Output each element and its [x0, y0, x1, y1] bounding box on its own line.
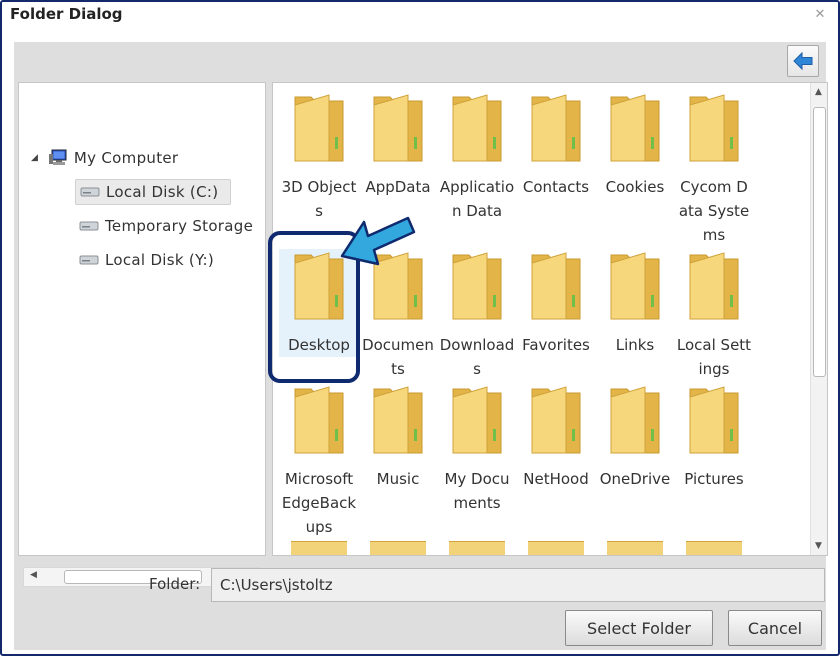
folder-name: My Documents — [444, 470, 510, 512]
folder-item[interactable]: NetHood — [516, 383, 596, 491]
folder-icon — [294, 386, 344, 454]
dialog-title: Folder Dialog — [10, 5, 123, 23]
folder-item[interactable]: Links — [595, 249, 675, 357]
folder-name: Desktop — [288, 336, 350, 354]
drive-icon — [79, 255, 99, 265]
back-button[interactable] — [787, 45, 819, 77]
folder-icon — [689, 386, 739, 454]
folder-item[interactable]: Downloads — [437, 249, 517, 381]
folder-item[interactable]: 3D Objects — [279, 91, 359, 223]
folder-icon — [449, 541, 505, 555]
folder-item[interactable]: OneDrive — [595, 383, 675, 491]
folder-item[interactable]: Pictures — [674, 383, 754, 491]
folder-icon — [370, 541, 426, 555]
folder-item[interactable]: AppData — [358, 91, 438, 199]
folder-name: OneDrive — [599, 470, 671, 488]
tree-item-temporary-storage[interactable]: Temporary Storage — [79, 213, 265, 239]
folder-grid: 3D Objects AppData Application Data Contact… — [279, 83, 811, 555]
folder-icon — [294, 94, 344, 162]
tree-item-label: Temporary Storage — [105, 217, 254, 235]
folder-name: Contacts — [522, 178, 590, 196]
folder-contents[interactable]: 3D Objects AppData Application Data Contact… — [272, 82, 828, 556]
cancel-button[interactable]: Cancel — [728, 610, 822, 646]
folder-name: Cycom Data Systems — [678, 178, 750, 244]
folder-dialog: Folder Dialog ✕ ◢ My Computer Local Disk… — [0, 0, 840, 656]
folder-name: Links — [615, 336, 655, 354]
folder-name: Music — [376, 470, 420, 488]
computer-icon — [48, 149, 67, 165]
scroll-left-icon[interactable]: ◀ — [30, 570, 37, 580]
folder-icon — [531, 94, 581, 162]
folder-icon — [531, 386, 581, 454]
folder-item[interactable]: Application Data — [437, 91, 517, 223]
tree-item-label: Local Disk (C:) — [106, 183, 219, 201]
folder-icon — [686, 541, 742, 555]
folder-icon — [610, 94, 660, 162]
folder-name: Documents — [362, 336, 434, 378]
folder-icon — [373, 386, 423, 454]
folder-name: NetHood — [523, 470, 589, 488]
expand-triangle-icon[interactable]: ◢ — [31, 153, 38, 163]
folder-icon — [607, 541, 663, 555]
folder-name: AppData — [365, 178, 431, 196]
folder-item[interactable]: Local Settings — [674, 249, 754, 381]
folder-name: Cookies — [605, 178, 665, 196]
drive-icon — [79, 221, 99, 231]
folder-item[interactable]: Music — [358, 383, 438, 491]
folder-icon — [452, 386, 502, 454]
scroll-up-icon[interactable]: ▲ — [815, 87, 822, 97]
scroll-thumb[interactable] — [813, 107, 826, 377]
select-folder-button[interactable]: Select Folder — [565, 610, 713, 646]
folder-icon — [689, 252, 739, 320]
folder-item[interactable]: My Documents — [437, 383, 517, 515]
tree-item-my-computer[interactable]: ◢ My Computer — [31, 145, 178, 171]
pointer-arrow-icon — [340, 216, 416, 266]
folder-icon — [452, 252, 502, 320]
folder-icon — [689, 94, 739, 162]
folder-icon — [373, 94, 423, 162]
folder-icon — [610, 386, 660, 454]
title-bar: Folder Dialog ✕ — [2, 2, 838, 30]
tree-item-label: Local Disk (Y:) — [105, 251, 215, 269]
folder-item[interactable]: Contacts — [516, 91, 596, 199]
folder-icon — [528, 541, 584, 555]
folder-name: Pictures — [684, 470, 744, 488]
folder-name: Application Data — [439, 178, 515, 220]
folder-vertical-scrollbar[interactable]: ▲ ▼ — [810, 83, 827, 555]
folder-item[interactable]: Favorites — [516, 249, 596, 357]
scroll-down-icon[interactable]: ▼ — [815, 541, 822, 551]
folder-name: Favorites — [522, 336, 590, 354]
tree-item-local-disk-y[interactable]: Local Disk (Y:) — [79, 247, 214, 273]
folder-path-input[interactable]: C:\Users\jstoltz — [211, 568, 825, 602]
folder-icon — [531, 252, 581, 320]
folder-item[interactable]: MicrosoftEdgeBackups — [279, 383, 359, 539]
folder-icon — [610, 252, 660, 320]
folder-item[interactable]: Cycom Data Systems — [674, 91, 754, 247]
folder-item[interactable]: Cookies — [595, 91, 675, 199]
folder-name: Downloads — [439, 336, 515, 378]
back-arrow-icon — [793, 51, 813, 71]
folder-field-label: Folder: — [149, 575, 201, 593]
close-icon[interactable]: ✕ — [812, 7, 828, 23]
folder-tree[interactable]: ◢ My Computer Local Disk (C:) Temporary … — [18, 82, 266, 587]
folder-name: MicrosoftEdgeBackups — [281, 470, 357, 536]
folder-icon — [452, 94, 502, 162]
drive-icon — [80, 187, 100, 197]
folder-name: Local Settings — [676, 336, 752, 378]
folder-icon — [291, 541, 347, 555]
dialog-body: ◢ My Computer Local Disk (C:) Temporary … — [14, 42, 828, 650]
tree-item-label: My Computer — [73, 149, 179, 167]
tree-item-local-disk-c[interactable]: Local Disk (C:) — [75, 179, 231, 205]
